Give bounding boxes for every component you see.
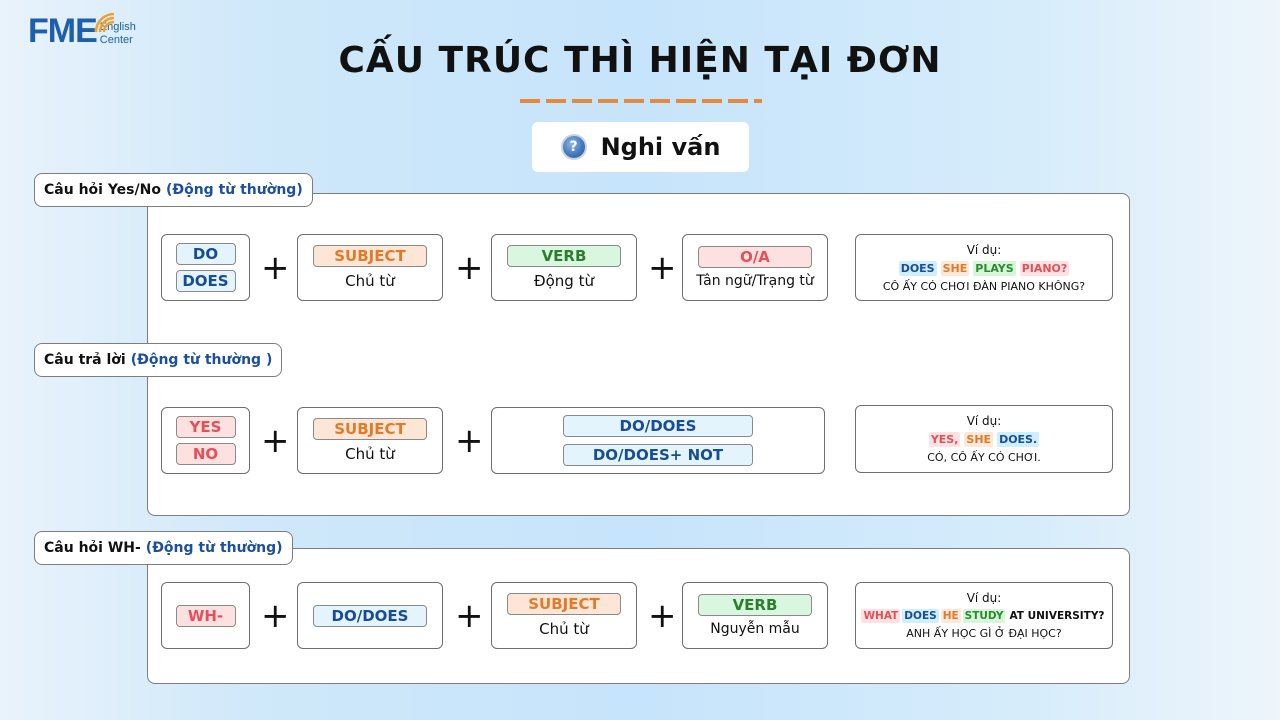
chip-do-does-not: DO/DOES+ NOT (563, 444, 753, 466)
section-hint: (Động từ thường) (145, 540, 283, 556)
example-word: WHAT (861, 609, 901, 623)
section-tag-wh: Câu hỏi WH- (Động từ thường) (34, 531, 293, 565)
example-translation: ANH ẤY HỌC GÌ Ở ĐẠI HỌC? (906, 627, 1062, 640)
example-box-yesno: Ví dụ: DOES SHE PLAYS PIANO? CÔ ẤY CÓ CH… (855, 234, 1113, 301)
section-label: Câu hỏi WH- (44, 540, 141, 556)
verb-sub: Nguyễn mẫu (710, 621, 800, 637)
plus-sign: + (261, 248, 290, 288)
example-word: SHE (964, 432, 994, 447)
example-sentence: WHAT DOES HE STUDY AT UNIVERSITY? (861, 609, 1106, 623)
example-word: HE (940, 609, 961, 623)
example-word: SHE (940, 260, 970, 276)
chip-verb: VERB (507, 245, 621, 267)
section-hint: (Động từ thường) (165, 182, 303, 198)
verb-box: VERB Động từ (491, 234, 637, 301)
example-word: PLAYS (973, 260, 1016, 276)
page-title: CẤU TRÚC THÌ HIỆN TẠI ĐƠN (338, 40, 942, 81)
example-word: PIANO? (1019, 260, 1070, 276)
question-icon: ? (560, 134, 587, 160)
section-label: Câu trả lời (44, 352, 126, 368)
object-box: O/A Tân ngữ/Trạng từ (682, 234, 828, 301)
example-sentence: YES, SHE DOES. (928, 432, 1040, 447)
example-translation: CÓ, CÔ ẤY CÓ CHƠI. (927, 451, 1041, 464)
wh-box: WH- (161, 582, 250, 649)
plus-sign: + (455, 248, 484, 288)
chip-subject: SUBJECT (507, 593, 621, 615)
chip-no: NO (175, 443, 236, 465)
subject-sub: Chủ từ (345, 445, 395, 463)
chip-subject: SUBJECT (313, 418, 427, 440)
example-word: YES, (928, 432, 961, 447)
signal-icon (94, 12, 115, 33)
yes-no-box: YES NO (161, 407, 250, 474)
chip-object: O/A (698, 246, 812, 268)
example-translation: CÔ ẤY CÓ CHƠI ĐÀN PIANO KHÔNG? (882, 279, 1086, 293)
subject-box: SUBJECT Chủ từ (297, 234, 443, 301)
mode-badge: ? Nghi vấn (532, 122, 749, 172)
example-word: DOES. (997, 432, 1040, 447)
example-box-answer: Ví dụ: YES, SHE DOES. CÓ, CÔ ẤY CÓ CHƠI. (855, 405, 1113, 473)
chip-yes: YES (175, 416, 236, 438)
example-word: DOES (902, 609, 939, 623)
example-word: STUDY (962, 609, 1006, 623)
plus-sign: + (455, 596, 484, 636)
subject-box: SUBJECT Chủ từ (491, 582, 637, 649)
plus-sign: + (261, 421, 290, 461)
example-title: Ví dụ: (966, 414, 1002, 428)
verb-box: VERB Nguyễn mẫu (682, 582, 828, 649)
example-sentence: DOES SHE PLAYS PIANO? (898, 260, 1070, 276)
subject-box: SUBJECT Chủ từ (297, 407, 443, 474)
mode-label: Nghi vấn (600, 133, 721, 161)
plus-sign: + (455, 421, 484, 461)
plus-sign: + (648, 248, 677, 288)
chip-does: DOES (175, 270, 236, 292)
section-hint: (Động từ thường ) (130, 352, 273, 368)
example-title: Ví dụ: (966, 591, 1002, 605)
example-title: Ví dụ: (966, 242, 1002, 257)
plus-sign: + (648, 596, 677, 636)
section-tag-yesno: Câu hỏi Yes/No (Động từ thường) (34, 173, 313, 207)
chip-wh: WH- (175, 604, 236, 627)
aux-answer-box: DO/DOES DO/DOES+ NOT (491, 407, 825, 474)
example-box-wh: Ví dụ: WHAT DOES HE STUDY AT UNIVERSITY?… (855, 582, 1113, 649)
example-word: DOES (898, 260, 937, 276)
subject-sub: Chủ từ (345, 272, 395, 290)
plus-sign: + (261, 596, 290, 636)
chip-subject: SUBJECT (313, 245, 427, 267)
subject-sub: Chủ từ (539, 620, 589, 638)
object-sub: Tân ngữ/Trạng từ (696, 273, 814, 289)
example-word: AT UNIVERSITY? (1009, 610, 1105, 622)
title-divider (520, 99, 762, 103)
aux-box: DO DOES (161, 234, 250, 301)
aux-box: DO/DOES (297, 582, 443, 649)
chip-do-does: DO/DOES (563, 415, 753, 437)
chip-do: DO (175, 243, 236, 265)
chip-verb: VERB (698, 594, 812, 616)
section-label: Câu hỏi Yes/No (44, 182, 161, 198)
section-tag-answer: Câu trả lời (Động từ thường ) (34, 343, 283, 377)
chip-do-does: DO/DOES (313, 604, 427, 627)
verb-sub: Động từ (534, 272, 594, 290)
